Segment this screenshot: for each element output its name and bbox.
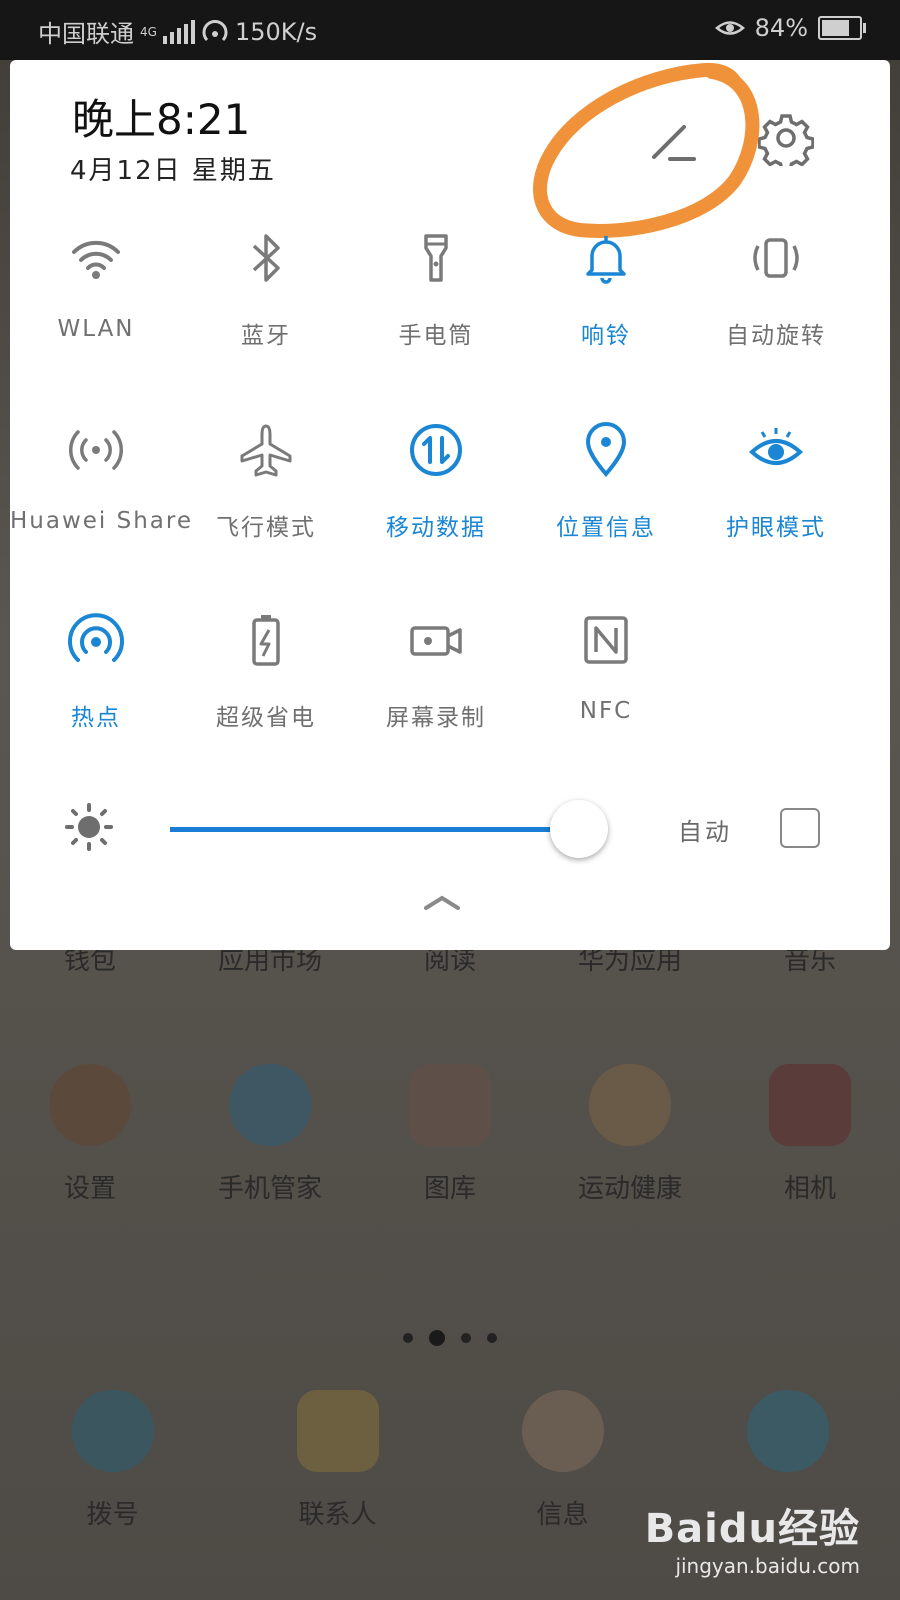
page-indicator	[0, 1330, 900, 1346]
camera-app-icon	[769, 1064, 851, 1146]
app-label: 设置	[63, 1174, 116, 1204]
gallery-app-icon	[409, 1064, 491, 1146]
network-type: 4G	[140, 24, 157, 39]
panel-date: 4月12日 星期五	[70, 156, 276, 186]
network-speed: 150K/s	[234, 17, 318, 46]
tile-label: 移动数据	[386, 515, 486, 541]
eye-icon	[749, 428, 803, 465]
tile-bluetooth[interactable]: 蓝牙	[180, 228, 352, 350]
tile-screen-record[interactable]: 屏幕录制	[350, 610, 522, 732]
page-dot	[403, 1333, 413, 1343]
wifi-icon	[72, 240, 120, 279]
bell-icon	[586, 236, 626, 284]
tile-label: 超级省电	[216, 705, 316, 731]
tile-label: WLAN	[57, 316, 135, 342]
health-app-icon	[589, 1064, 671, 1146]
hotspot-status-icon	[202, 19, 228, 41]
tile-label: 护眼模式	[726, 515, 826, 541]
nfc-icon	[584, 616, 628, 664]
screen-record-icon	[410, 626, 462, 656]
contacts-app-icon	[296, 1390, 379, 1472]
page-dot-active	[429, 1330, 445, 1346]
hotspot-icon	[68, 613, 124, 662]
share-icon	[69, 430, 123, 470]
eye-comfort-status-icon	[714, 21, 745, 35]
tile-bell[interactable]: 响铃	[520, 228, 692, 350]
airplane-icon	[240, 424, 292, 477]
quick-settings-panel: 晚上8:21 4月12日 星期五 WLAN 蓝牙 手电筒 响铃 自动旋转 Huawei S…	[10, 60, 890, 950]
chevron-up-icon[interactable]	[422, 890, 462, 914]
app-gallery[interactable]: 图库	[360, 1064, 540, 1205]
dock-messages[interactable]: 信息	[450, 1390, 675, 1531]
tile-share[interactable]: Huawei Share	[10, 420, 194, 534]
tile-nfc[interactable]: NFC	[520, 610, 692, 724]
auto-brightness-label: 自动	[678, 818, 732, 846]
tile-label: 位置信息	[556, 515, 656, 541]
settings-app-icon	[49, 1064, 131, 1146]
app-health[interactable]: 运动健康	[540, 1064, 720, 1205]
phone-app-icon	[71, 1390, 154, 1472]
panel-time: 晚上8:21	[72, 95, 251, 144]
brightness-knob[interactable]	[550, 800, 609, 858]
rotate-icon	[753, 238, 799, 278]
watermark-url: jingyan.baidu.com	[675, 1554, 860, 1578]
battery-saver-icon	[252, 615, 280, 666]
app-label: 运动健康	[577, 1174, 682, 1204]
status-bar: 中国联通 4G 150K/s 84%	[0, 0, 900, 60]
app-label: 信息	[536, 1500, 589, 1530]
tile-label: 响铃	[581, 323, 631, 349]
tile-label: 热点	[71, 705, 121, 731]
key-app-icon	[229, 1064, 311, 1146]
tile-label: 飞行模式	[216, 515, 316, 541]
page-dot	[487, 1333, 497, 1343]
app-camera[interactable]: 相机	[720, 1064, 900, 1205]
tile-airplane[interactable]: 飞行模式	[180, 420, 352, 542]
tile-battery-saver[interactable]: 超级省电	[180, 610, 352, 732]
auto-brightness-checkbox[interactable]	[780, 808, 820, 848]
edit-icon[interactable]	[640, 115, 700, 175]
messages-app-icon	[521, 1390, 604, 1472]
tile-label: 自动旋转	[726, 323, 826, 349]
watermark: Baidu经验 jingyan.baidu.com	[645, 1496, 860, 1578]
app-label: 拨号	[86, 1500, 139, 1530]
browser-app-icon	[746, 1390, 829, 1472]
settings-gear-icon[interactable]	[758, 110, 814, 166]
tile-eye[interactable]: 护眼模式	[690, 420, 862, 542]
tile-hotspot[interactable]: 热点	[10, 610, 182, 732]
tile-label: 手电筒	[398, 323, 474, 349]
app-phone-manager[interactable]: 手机管家	[180, 1064, 360, 1205]
brightness-track	[170, 827, 580, 832]
tile-label: 屏幕录制	[386, 705, 486, 731]
brightness-icon	[65, 803, 113, 851]
bluetooth-icon	[252, 234, 280, 282]
home-app-row-2: 设置 手机管家 图库 运动健康 相机	[0, 1064, 900, 1205]
tile-mobile-data[interactable]: 移动数据	[350, 420, 522, 542]
dock-contacts[interactable]: 联系人	[225, 1390, 450, 1531]
battery-percent: 84%	[754, 14, 808, 42]
app-label: 手机管家	[217, 1174, 322, 1204]
brightness-slider[interactable]	[170, 800, 610, 858]
watermark-brand: Baidu经验	[644, 1506, 860, 1552]
tile-label: NFC	[579, 698, 633, 724]
flashlight-icon	[424, 234, 448, 282]
tile-label: 蓝牙	[241, 323, 291, 349]
app-settings[interactable]: 设置	[0, 1064, 180, 1205]
tile-rotate[interactable]: 自动旋转	[690, 228, 862, 350]
location-icon	[585, 422, 627, 478]
mobile-data-icon	[410, 424, 462, 476]
tile-location[interactable]: 位置信息	[520, 420, 692, 542]
app-label: 图库	[423, 1174, 476, 1204]
tile-flashlight[interactable]: 手电筒	[350, 228, 522, 350]
app-label: 联系人	[298, 1500, 377, 1530]
dock-dialer[interactable]: 拨号	[0, 1390, 225, 1531]
tile-label: Huawei Share	[10, 508, 194, 534]
signal-icon	[162, 19, 195, 44]
app-label: 相机	[783, 1174, 836, 1204]
carrier-name: 中国联通	[38, 20, 134, 48]
page-dot	[461, 1333, 471, 1343]
battery-icon	[818, 16, 866, 40]
tile-wifi[interactable]: WLAN	[10, 228, 182, 342]
